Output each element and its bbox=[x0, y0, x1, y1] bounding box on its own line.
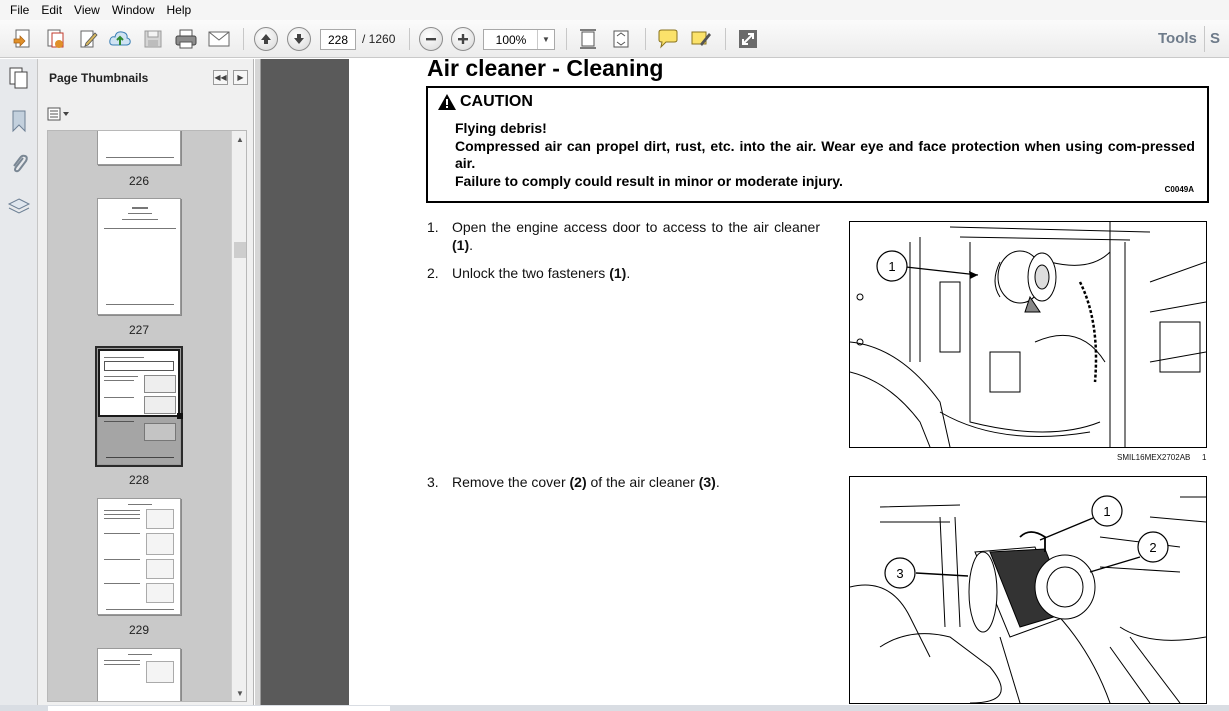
chevron-down-icon[interactable]: ▼ bbox=[537, 30, 554, 49]
warning-icon bbox=[438, 94, 456, 110]
menu-window[interactable]: Window bbox=[106, 3, 161, 17]
thumbnail-page-226[interactable] bbox=[97, 131, 181, 165]
zoom-select[interactable]: ▼ bbox=[483, 29, 555, 50]
menu-edit[interactable]: Edit bbox=[35, 3, 68, 17]
tools-tab[interactable]: Tools bbox=[1158, 30, 1197, 47]
page-thumbnails-icon[interactable] bbox=[7, 66, 31, 90]
panel-title: Page Thumbnails bbox=[49, 71, 149, 85]
caution-box: CAUTION Flying debris! Compressed air ca… bbox=[426, 86, 1209, 203]
thumbnail-label: 226 bbox=[128, 174, 150, 188]
scroll-down-icon[interactable]: ▼ bbox=[232, 685, 246, 701]
zoom-input[interactable] bbox=[484, 30, 538, 49]
steps-list: 1. Open the engine access door to access … bbox=[427, 218, 820, 282]
caution-line-1: Flying debris! bbox=[455, 120, 547, 136]
callout-1: 1 bbox=[1103, 504, 1110, 519]
upload-cloud-icon[interactable] bbox=[108, 27, 132, 51]
thumbnail-page-228[interactable] bbox=[95, 346, 183, 467]
status-bar bbox=[0, 705, 1229, 711]
panel-header: Page Thumbnails ◀◀ ▶ bbox=[38, 59, 254, 101]
page-number-input[interactable] bbox=[320, 29, 356, 50]
next-page-button[interactable] bbox=[287, 27, 311, 51]
caution-heading: CAUTION bbox=[437, 93, 533, 111]
expand-panel-button[interactable]: ▶ bbox=[233, 70, 248, 85]
callout-2: 2 bbox=[1149, 540, 1156, 555]
figure-number: 1 bbox=[1202, 453, 1207, 462]
figure-caption: SMIL16MEX2702AB bbox=[1117, 453, 1191, 462]
thumbnail-label: 227 bbox=[128, 323, 150, 337]
figure-engine-compartment: 1 bbox=[849, 221, 1207, 448]
collapse-panel-button[interactable]: ◀◀ bbox=[213, 70, 228, 85]
caution-line-3: Failure to comply could result in minor … bbox=[455, 172, 843, 189]
combine-files-icon[interactable] bbox=[43, 27, 67, 51]
scroll-up-icon[interactable]: ▲ bbox=[232, 131, 246, 147]
caution-text: Flying debris! Compressed air can propel… bbox=[455, 120, 1195, 190]
scroll-thumb[interactable] bbox=[234, 242, 246, 258]
thumbnail-page-230[interactable] bbox=[97, 648, 181, 701]
toolbar: / 1260 ▼ Tools S bbox=[0, 20, 1229, 58]
engine-air-cleaner-illustration: 1 bbox=[850, 222, 1206, 447]
menu-file[interactable]: File bbox=[4, 3, 35, 17]
document-viewport[interactable]: Air cleaner - Cleaning CAUTION Flying de… bbox=[255, 55, 1229, 705]
thumbnail-list[interactable]: 226 227 228 229 ▲ ▼ bbox=[47, 130, 247, 702]
sign-tab[interactable]: S bbox=[1210, 30, 1220, 47]
fit-page-icon[interactable] bbox=[576, 27, 600, 51]
page-thumbnails-panel: Page Thumbnails ◀◀ ▶ 226 227 228 229 ▲ ▼ bbox=[38, 59, 254, 705]
layers-icon[interactable] bbox=[7, 195, 31, 219]
save-icon[interactable] bbox=[141, 27, 165, 51]
caution-line-2: Compressed air can propel dirt, rust, et… bbox=[455, 137, 1195, 172]
attachment-icon[interactable] bbox=[7, 152, 31, 176]
thumbnail-options-button[interactable] bbox=[47, 106, 73, 122]
expand-icon[interactable] bbox=[736, 27, 760, 51]
figure-remove-cover: 1 2 3 bbox=[849, 476, 1207, 704]
bookmark-icon[interactable] bbox=[7, 109, 31, 133]
zoom-out-button[interactable] bbox=[419, 27, 443, 51]
page-title: Air cleaner - Cleaning bbox=[427, 55, 664, 81]
thumbnail-scrollbar[interactable]: ▲ ▼ bbox=[231, 131, 246, 701]
full-screen-fit-icon[interactable] bbox=[609, 27, 633, 51]
panel-splitter[interactable] bbox=[255, 59, 261, 705]
step-2: 2. Unlock the two fasteners (1). bbox=[427, 265, 631, 281]
step-1: 1. Open the engine access door to access … bbox=[427, 219, 820, 253]
thumbnail-label: 228 bbox=[128, 473, 150, 487]
thumbnail-page-229[interactable] bbox=[97, 498, 181, 615]
comment-icon[interactable] bbox=[656, 27, 680, 51]
zoom-in-button[interactable] bbox=[451, 27, 475, 51]
edit-pdf-icon[interactable] bbox=[76, 27, 100, 51]
menu-bar: File Edit View Window Help bbox=[0, 0, 1229, 20]
callout-1: 1 bbox=[888, 259, 895, 274]
step-3: 3. Remove the cover (2) of the air cleane… bbox=[427, 474, 720, 490]
callout-3: 3 bbox=[896, 566, 903, 581]
create-pdf-icon[interactable] bbox=[10, 27, 34, 51]
document-page: Air cleaner - Cleaning CAUTION Flying de… bbox=[349, 55, 1229, 705]
menu-view[interactable]: View bbox=[68, 3, 106, 17]
steps-list-2: 3. Remove the cover (2) of the air cleane… bbox=[427, 473, 820, 491]
air-cleaner-cover-illustration: 1 2 3 bbox=[850, 495, 1206, 703]
thumbnail-label: 229 bbox=[128, 623, 150, 637]
print-icon[interactable] bbox=[174, 27, 198, 51]
menu-help[interactable]: Help bbox=[161, 3, 198, 17]
page-total-label: / 1260 bbox=[362, 32, 396, 46]
caution-title: CAUTION bbox=[460, 93, 533, 110]
email-icon[interactable] bbox=[207, 27, 231, 51]
highlight-icon[interactable] bbox=[689, 27, 713, 51]
thumbnail-page-227[interactable] bbox=[97, 198, 181, 315]
previous-page-button[interactable] bbox=[254, 27, 278, 51]
caution-code: C0049A bbox=[1164, 185, 1194, 194]
navigation-pane-strip bbox=[0, 59, 38, 705]
